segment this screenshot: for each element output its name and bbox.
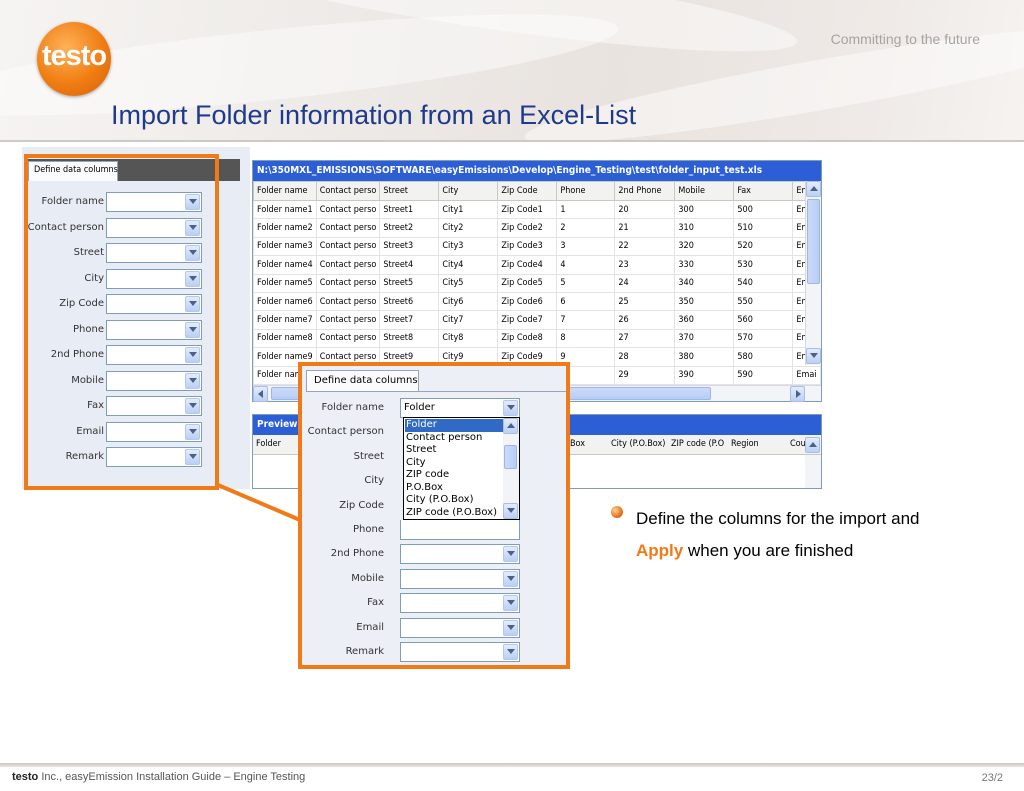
popup-label-email: Email bbox=[356, 621, 384, 633]
popup-label-mobile: Mobile bbox=[351, 572, 384, 584]
popup-label-2nd-phone: 2nd Phone bbox=[330, 548, 384, 560]
dropdown-option-city-p-o-box[interactable]: City (P.O.Box) bbox=[405, 494, 503, 507]
popup-label-contact-person: Contact person bbox=[307, 426, 384, 438]
folder-name-value: Folder bbox=[404, 402, 435, 413]
popup-label-zip-code: Zip Code bbox=[339, 499, 384, 511]
popup-folder-name-select[interactable]: Folder bbox=[400, 398, 520, 418]
bullet-icon bbox=[611, 506, 623, 518]
dropdown-scroll-down-button[interactable] bbox=[503, 503, 518, 519]
apply-keyword: Apply bbox=[636, 541, 684, 560]
popup-label-street: Street bbox=[353, 450, 384, 462]
chevron-down-icon[interactable] bbox=[503, 644, 518, 660]
page-number: 23/2 bbox=[981, 772, 1003, 784]
popup-email-select[interactable] bbox=[400, 617, 520, 638]
slide: testo Committing to the future Import Fo… bbox=[0, 0, 1024, 791]
chevron-down-icon[interactable] bbox=[503, 619, 518, 636]
popup-mobile-select[interactable] bbox=[400, 568, 520, 589]
footer-text: testo Inc., easyEmission Installation Gu… bbox=[12, 771, 305, 783]
footer-company: testo bbox=[12, 771, 39, 783]
arrow-down-icon bbox=[507, 508, 515, 513]
dropdown-option-p-o-box[interactable]: P.O.Box bbox=[405, 482, 503, 495]
chevron-down-icon[interactable] bbox=[503, 400, 518, 416]
dropdown-scroll-up-button[interactable] bbox=[503, 418, 518, 434]
dropdown-option-street[interactable]: Street bbox=[405, 444, 503, 457]
tab-underline bbox=[306, 391, 566, 392]
popup-2nd-phone-select[interactable] bbox=[400, 544, 520, 565]
popup-label-fax: Fax bbox=[367, 597, 384, 609]
popup-phone-select[interactable] bbox=[400, 520, 520, 540]
folder-name-dropdown-list[interactable]: Folder Contact person Street City ZIP code P.… bbox=[403, 417, 520, 520]
chevron-down-icon[interactable] bbox=[503, 595, 518, 612]
dropdown-scroll-thumb[interactable] bbox=[504, 445, 517, 469]
dropdown-option-zip-code[interactable]: ZIP code bbox=[405, 469, 503, 482]
chevron-down-icon[interactable] bbox=[503, 570, 518, 587]
footer-divider bbox=[0, 763, 1024, 767]
popup-fax-select[interactable] bbox=[400, 593, 520, 614]
chevron-down-icon[interactable] bbox=[503, 546, 518, 563]
dropdown-option-folder[interactable]: Folder bbox=[405, 419, 503, 432]
arrow-up-icon bbox=[507, 423, 515, 428]
dropdown-option-city[interactable]: City bbox=[405, 457, 503, 470]
bullet-text: Define the columns for the import and Ap… bbox=[636, 503, 956, 567]
bullet-text-part2: when you are finished bbox=[683, 541, 854, 560]
dropdown-option-contact-person[interactable]: Contact person bbox=[405, 432, 503, 445]
popup-tab-define-data-columns[interactable]: Define data columns bbox=[306, 370, 419, 392]
define-columns-dialog-zoom: Define data columns Folder name Folder Con… bbox=[298, 362, 570, 669]
bullet-text-part1: Define the columns for the import and bbox=[636, 509, 920, 528]
popup-label-remark: Remark bbox=[345, 646, 384, 657]
dropdown-option-zip-code-p-o-box[interactable]: ZIP code (P.O.Box) bbox=[405, 507, 503, 520]
popup-label-folder-name: Folder name bbox=[321, 402, 384, 413]
footer-description: Inc., easyEmission Installation Guide – … bbox=[38, 771, 306, 783]
dropdown-scrollbar[interactable] bbox=[503, 418, 519, 519]
popup-remark-select[interactable] bbox=[400, 642, 520, 662]
popup-label-phone: Phone bbox=[353, 524, 384, 535]
popup-label-city: City bbox=[364, 475, 384, 487]
